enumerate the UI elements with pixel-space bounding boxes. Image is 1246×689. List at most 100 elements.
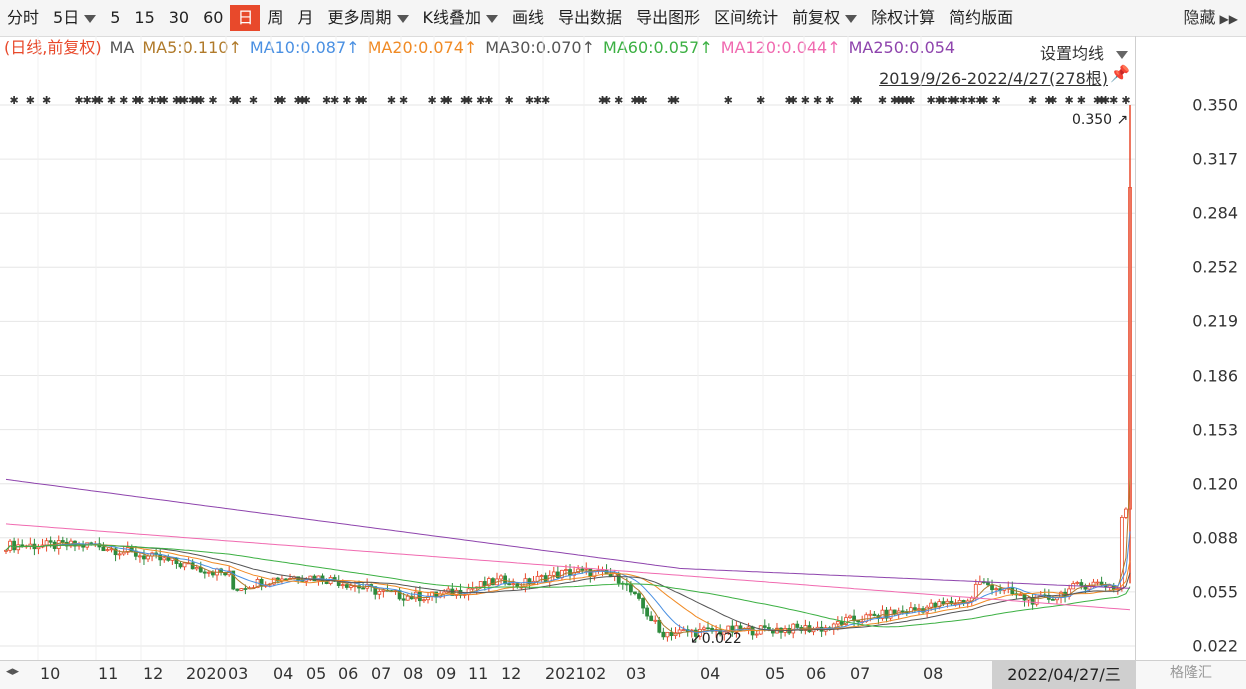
candle-body bbox=[202, 571, 207, 574]
event-marker-icon: ✱ bbox=[464, 94, 473, 107]
event-marker-icon: ✱ bbox=[10, 94, 19, 107]
tab-weekly[interactable]: 周 bbox=[260, 5, 290, 31]
event-marker-icon: ✱ bbox=[342, 94, 351, 107]
date-tick-label: 07 bbox=[850, 664, 871, 683]
tab-5min[interactable]: 5 bbox=[103, 5, 127, 31]
kline-overlay-button[interactable]: K线叠加 bbox=[416, 5, 506, 31]
date-cursor-label: 2022/04/27/三 bbox=[992, 661, 1136, 689]
candle-body bbox=[324, 581, 329, 584]
event-marker-icon: ✱ bbox=[1109, 94, 1118, 107]
event-marker-icon: ✱ bbox=[42, 94, 51, 107]
tab-15min[interactable]: 15 bbox=[127, 5, 161, 31]
candle-body bbox=[762, 625, 767, 628]
range-stats-button[interactable]: 区间统计 bbox=[707, 5, 785, 31]
event-marker-icon: ✱ bbox=[277, 94, 286, 107]
period-toolbar: 分时 5日 5 15 30 60 日 周 月 更多周期 K线叠加 画线 导出数据… bbox=[0, 0, 1246, 37]
date-tick-label: 12 bbox=[143, 664, 164, 683]
candle-body bbox=[206, 571, 211, 574]
candle-body bbox=[543, 575, 548, 583]
candle-body bbox=[929, 602, 934, 608]
event-marker-icon: ✱ bbox=[878, 94, 887, 107]
event-marker-icon: ✱ bbox=[330, 94, 339, 107]
candle-body bbox=[839, 621, 844, 625]
candle-body bbox=[503, 575, 508, 585]
kline-chart-svg: ✱ ✱ ✱ ✱✱✱✱ ✱ ✱ ✱✱ ✱✱✱ ✱✱✱✱✱✱ ✱ ✱✱ ✱ ✱✱ ✱✱✱ ✱✱ ✱ ✱✱ ✱ ✱ ✱ ✱✱ ✱… bbox=[0, 36, 1135, 660]
tab-30min[interactable]: 30 bbox=[162, 5, 196, 31]
event-marker-icon: ✱ bbox=[789, 94, 798, 107]
candle-body bbox=[677, 629, 682, 634]
candle-body bbox=[641, 598, 645, 609]
event-marker-icon: ✱ bbox=[196, 94, 205, 107]
candle-body bbox=[702, 627, 706, 630]
event-marker-icon: ✱ bbox=[302, 94, 311, 107]
candle-body bbox=[470, 587, 475, 590]
candle-body bbox=[1095, 581, 1100, 584]
event-marker-icon: ✱ bbox=[1121, 94, 1130, 107]
ex-rights-calc-button[interactable]: 除权计算 bbox=[864, 5, 942, 31]
export-data-button[interactable]: 导出数据 bbox=[551, 5, 629, 31]
forward-adjust-button[interactable]: 前复权 bbox=[785, 5, 864, 31]
candle-body bbox=[12, 540, 17, 551]
candle-body bbox=[990, 584, 994, 591]
chevron-down-icon bbox=[84, 14, 97, 23]
price-tick-label: 0.252 bbox=[1192, 257, 1238, 277]
chevron-down-icon bbox=[396, 14, 409, 23]
event-marker-icon: ✱ bbox=[249, 94, 258, 107]
date-tick-label: 2021 bbox=[545, 664, 586, 683]
double-chevron-right-icon: ▶▶ bbox=[1219, 12, 1238, 26]
candle-body bbox=[16, 544, 21, 551]
tab-monthly[interactable]: 月 bbox=[291, 5, 321, 31]
event-marker-icon: ✱ bbox=[724, 94, 733, 107]
price-tick-label: 0.350 bbox=[1192, 95, 1238, 115]
candle-body bbox=[117, 553, 122, 556]
event-marker-icon: ✱ bbox=[756, 94, 765, 107]
tab-daily[interactable]: 日 bbox=[230, 5, 261, 31]
date-axis[interactable]: 08 07 06 05 04 03 02 2021 12 11 09 08 07 06 05 04 03 2020… bbox=[0, 660, 1246, 689]
date-tick-label: 05 bbox=[765, 664, 786, 683]
price-tick-label: 0.219 bbox=[1192, 311, 1238, 331]
candle-body bbox=[138, 555, 142, 558]
event-marker-icon: ✱ bbox=[135, 94, 144, 107]
candle-body bbox=[872, 613, 877, 616]
tab-5day[interactable]: 5日 bbox=[46, 5, 103, 31]
candle-body bbox=[917, 608, 921, 611]
candle-body bbox=[482, 581, 487, 586]
candle-body bbox=[994, 588, 998, 591]
draw-line-button[interactable]: 画线 bbox=[505, 5, 551, 31]
tab-intraday[interactable]: 分时 bbox=[0, 5, 46, 31]
candle-body bbox=[211, 571, 215, 576]
candle-body bbox=[1051, 598, 1055, 601]
price-tick-label: 0.022 bbox=[1192, 636, 1238, 656]
event-marker-icon: ✱ bbox=[233, 94, 242, 107]
simple-layout-button[interactable]: 简约版面 bbox=[942, 5, 1020, 31]
candle-body bbox=[681, 629, 686, 632]
candle-body bbox=[746, 626, 751, 629]
candle-body bbox=[665, 631, 670, 638]
tab-60min[interactable]: 60 bbox=[196, 5, 230, 31]
candle-body bbox=[178, 563, 183, 568]
date-tick-label: 11 bbox=[98, 664, 119, 683]
event-marker-icon: ✱ bbox=[160, 94, 169, 107]
more-periods-button[interactable]: 更多周期 bbox=[321, 5, 416, 31]
date-tick-label: 09 bbox=[436, 664, 457, 683]
hide-button[interactable]: 隐藏 ▶▶ bbox=[1184, 0, 1238, 36]
candle-body bbox=[417, 591, 422, 602]
kline-chart[interactable]: ✱ ✱ ✱ ✱ ✱ ✱ ✱ ✱ ✱ ✱ ✱ ✱ ✱ ✱ ✱ ✱ ✱ ✱ ✱ ✱ ✱ ✱ ✱ ✱ ✱ ✱ ✱ ✱ ✱ ✱ ✱ ✱ ✱ ✱ ✱ ✱ ✱ ✱ ✱ ✱… bbox=[0, 36, 1136, 660]
price-axis: 0.350 0.317 0.284 0.252 0.219 0.186 0.153 0.120… bbox=[1136, 36, 1246, 660]
date-tick-label: 06 bbox=[806, 664, 827, 683]
candle-body bbox=[105, 549, 110, 552]
candle-body bbox=[101, 546, 106, 552]
candle-body bbox=[36, 546, 41, 550]
export-image-button[interactable]: 导出图形 bbox=[629, 5, 707, 31]
event-marker-icon: ✱ bbox=[387, 94, 396, 107]
price-tick-label: 0.153 bbox=[1192, 420, 1238, 440]
candle-body bbox=[48, 540, 53, 543]
date-tick-label: 04 bbox=[700, 664, 721, 683]
candle-body bbox=[564, 569, 568, 571]
event-marker-icon: ✱ bbox=[801, 94, 810, 107]
candle-body bbox=[60, 540, 65, 543]
candle-body bbox=[669, 631, 674, 636]
scroll-arrows-icon[interactable]: ◂▸ bbox=[6, 664, 19, 679]
price-tick-label: 0.284 bbox=[1192, 203, 1238, 223]
price-tick-label: 0.186 bbox=[1192, 366, 1238, 385]
